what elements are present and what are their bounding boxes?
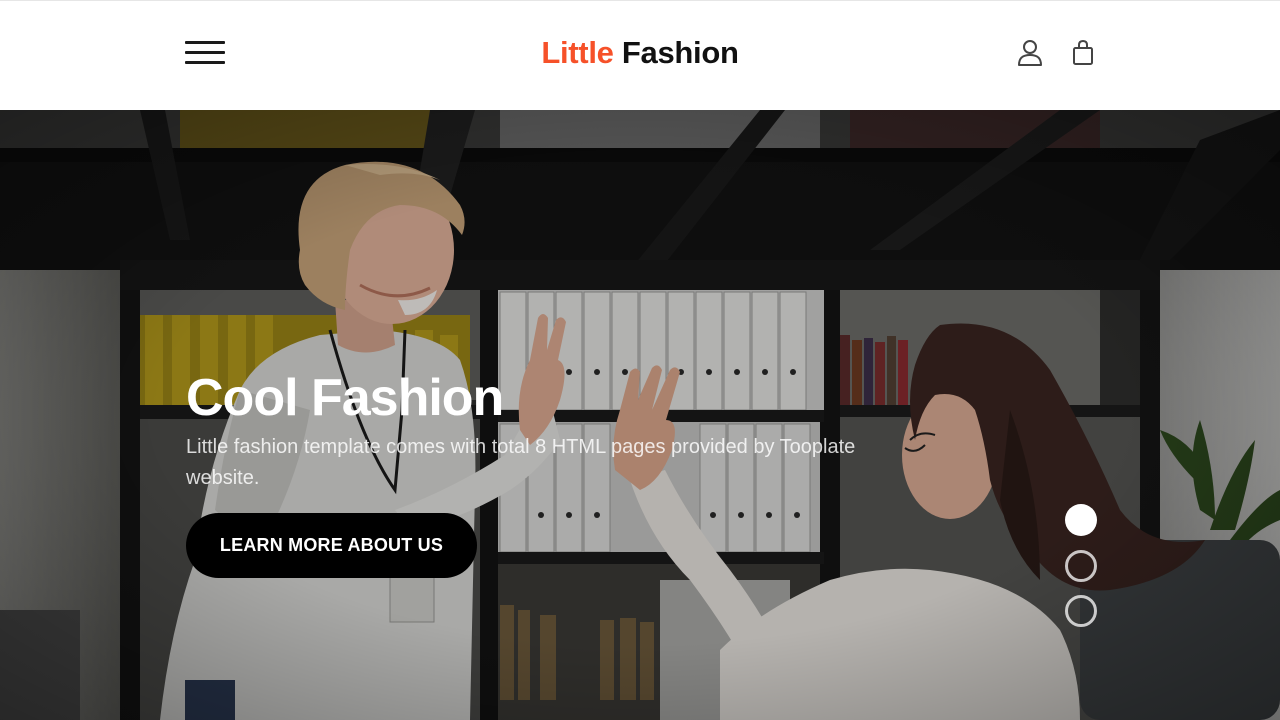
menu-icon-bar	[185, 61, 225, 64]
hero-section: Cool Fashion Little fashion template com…	[0, 110, 1280, 720]
user-icon-svg	[1018, 40, 1042, 66]
learn-more-button[interactable]: LEARN MORE ABOUT US	[186, 513, 477, 578]
slide-indicator-1[interactable]	[1065, 504, 1097, 536]
slide-indicator-3[interactable]	[1065, 595, 1097, 627]
shopping-bag-icon-svg	[1073, 39, 1093, 65]
slide-indicator-2[interactable]	[1065, 550, 1097, 582]
navbar: Little Fashion	[0, 0, 1280, 110]
user-icon[interactable]	[1015, 37, 1045, 69]
brand-accent-text: Little	[541, 35, 614, 70]
menu-icon-bar	[185, 41, 225, 44]
menu-toggle-button[interactable]	[182, 37, 228, 69]
menu-icon-bar	[185, 51, 225, 54]
brand-main-text: Fashion	[621, 35, 739, 70]
shopping-bag-icon[interactable]	[1068, 37, 1098, 69]
brand-logo[interactable]: Little Fashion	[440, 31, 840, 75]
hero-title: Cool Fashion	[186, 369, 504, 427]
slider-indicators	[1064, 502, 1098, 632]
hero-description: Little fashion template comes with total…	[186, 436, 856, 489]
